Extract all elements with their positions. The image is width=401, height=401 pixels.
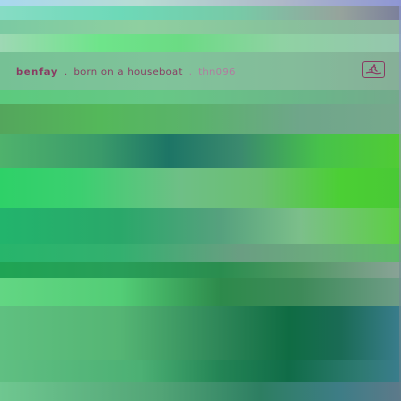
album-title: born on a houseboat: [73, 66, 183, 78]
color-band: [0, 168, 401, 208]
color-band: [0, 208, 401, 244]
color-band: [0, 104, 401, 134]
color-band: [0, 382, 401, 401]
cover-title-line: benfay . born on a houseboat . thn096: [16, 64, 236, 80]
color-band: [0, 20, 401, 34]
title-separator: .: [188, 66, 193, 78]
color-band: [0, 262, 401, 278]
color-band: [0, 134, 401, 168]
label-logo-icon: [362, 61, 385, 78]
artist-name: benfay: [16, 66, 58, 78]
color-band: [0, 34, 401, 52]
label-logo-glyph: [365, 64, 382, 75]
album-cover: benfay . born on a houseboat . thn096: [0, 0, 401, 401]
color-band: [0, 244, 401, 262]
title-separator: .: [63, 66, 68, 78]
color-band: [0, 278, 401, 306]
color-band: [0, 360, 401, 382]
color-band: [0, 306, 401, 360]
color-band: [0, 6, 401, 20]
catalog-number: thn096: [198, 66, 236, 78]
color-band: [0, 90, 401, 104]
